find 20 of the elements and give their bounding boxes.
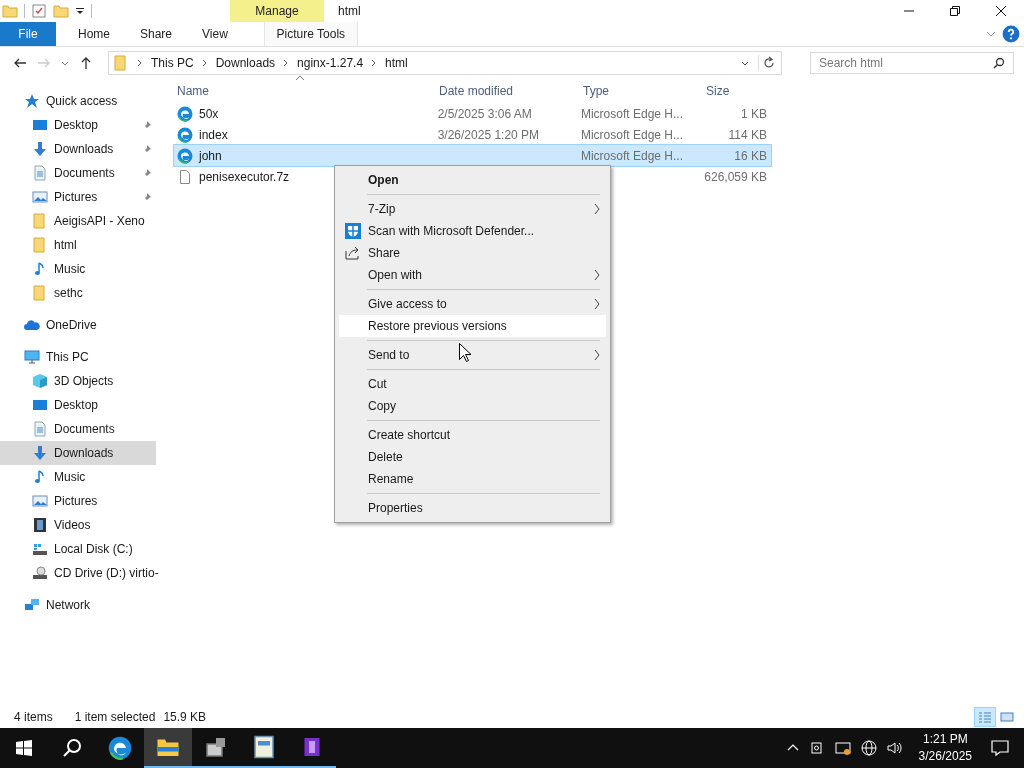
file-size: 1 KB xyxy=(741,106,767,121)
date-modified: 3/26/2025 1:20 PM xyxy=(437,127,540,142)
file-size: 626,059 KB xyxy=(704,169,767,184)
file-name: penisexecutor.7z xyxy=(199,169,290,184)
file-type: Microsoft Edge H... xyxy=(580,148,683,163)
clock-time: 1:21 PM xyxy=(922,731,968,748)
context-tab-header: Manage xyxy=(230,0,324,22)
clock-date: 3/26/2025 xyxy=(918,748,972,765)
file-name: 50x xyxy=(199,106,219,121)
file-name: john xyxy=(199,148,222,163)
window-title: html xyxy=(338,4,361,18)
file-size: 114 KB xyxy=(728,127,767,142)
item-count: 4 items xyxy=(14,710,53,724)
file-size: 16 KB xyxy=(734,148,767,163)
file-type: Microsoft Edge H... xyxy=(580,127,683,142)
file-type: Microsoft Edge H... xyxy=(580,106,683,121)
selection-info: 1 item selected xyxy=(74,710,156,724)
date-modified: 2/5/2025 3:06 AM xyxy=(437,106,532,121)
selection-size: 15.9 KB xyxy=(163,710,207,724)
file-name: index xyxy=(199,127,228,142)
